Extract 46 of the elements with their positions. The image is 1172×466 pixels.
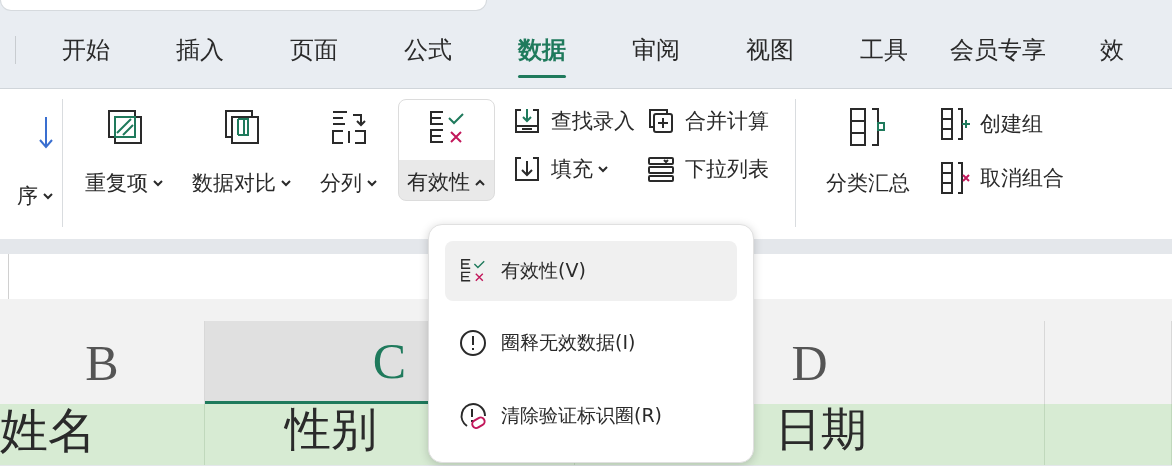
ribbon-tab[interactable]: 页面 — [257, 12, 371, 88]
ribbon-button[interactable]: 创建组 — [940, 107, 1064, 141]
ribbon-button[interactable]: 有效性 — [398, 99, 495, 201]
ribbon-button[interactable]: 填充 — [513, 155, 635, 183]
ribbon-tab[interactable]: 视图 — [713, 12, 827, 88]
compare-squares-icon — [222, 107, 262, 147]
ribbon-button[interactable]: 数据对比 — [184, 99, 300, 201]
exclamation-eraser-icon — [459, 401, 487, 430]
table-cell: 日期 — [775, 404, 867, 455]
group-add-icon — [940, 107, 970, 141]
caret-icon — [152, 179, 164, 187]
ribbon-button[interactable]: 下拉列表 — [647, 155, 769, 183]
ribbon-tab[interactable]: 会员专享 — [941, 12, 1055, 88]
column-header[interactable]: B — [0, 321, 205, 404]
caret-icon — [280, 179, 292, 187]
caret-icon — [42, 192, 54, 200]
ribbon-button[interactable]: 取消组合 — [940, 161, 1064, 195]
ribbon-tab[interactable]: 插入 — [143, 12, 257, 88]
fill-arrow-icon — [513, 155, 541, 183]
menu-item[interactable]: 有效性(V) — [445, 241, 737, 302]
search-box[interactable] — [0, 0, 487, 11]
ribbon-tab[interactable]: 工具 — [827, 12, 941, 88]
ribbon-button[interactable]: 分类汇总 — [818, 99, 918, 201]
ribbon-tab[interactable]: 效 — [1055, 12, 1169, 88]
ribbon-button[interactable]: 合并计算 — [647, 107, 769, 135]
column-header[interactable] — [1045, 321, 1172, 404]
sort-button[interactable]: 序 — [17, 182, 54, 210]
ribbon-tab[interactable]: 审阅 — [599, 12, 713, 88]
ribbon-tab[interactable]: 开始 — [29, 12, 143, 88]
table-cell: 性别 — [285, 404, 377, 455]
ribbon-tab[interactable]: 公式 — [371, 12, 485, 88]
caret-icon — [474, 178, 486, 186]
ribbon-button[interactable]: 查找录入 — [513, 107, 635, 135]
ribbon-tab[interactable]: 数据 — [485, 12, 599, 88]
group-remove-icon — [940, 161, 970, 195]
outline-columns-icon — [848, 107, 888, 147]
ribbon-button[interactable]: 分列 — [312, 99, 386, 201]
down-arrow-icon — [38, 115, 54, 149]
caret-icon — [597, 165, 609, 173]
document-arrow-icon — [513, 107, 541, 135]
table-cell: 姓名 — [0, 404, 96, 457]
ribbon-button[interactable]: 重复项 — [77, 99, 172, 201]
dropdown-list-icon — [647, 155, 675, 183]
add-square-icon — [647, 107, 675, 135]
caret-icon — [366, 179, 378, 187]
exclamation-circle-icon — [459, 329, 487, 358]
